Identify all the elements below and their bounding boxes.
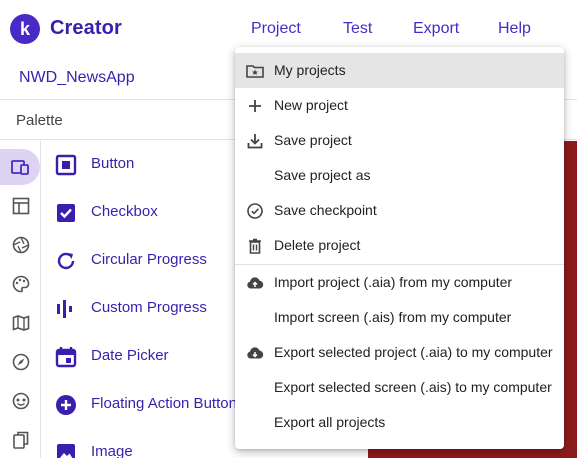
palette-list: Button Checkbox Circular Progress Custom…	[41, 141, 241, 458]
floating-action-button-icon	[56, 395, 76, 415]
menu-item-label: Import project (.aia) from my computer	[274, 274, 513, 290]
storage-icon	[12, 431, 28, 449]
menu-item-delete-project[interactable]: Delete project	[235, 228, 564, 263]
menu-item-export-selected-screen[interactable]: Export selected screen (.ais) to my comp…	[235, 370, 564, 405]
cloud-download-icon	[247, 347, 264, 359]
image-icon	[57, 444, 75, 458]
plus-icon	[249, 100, 261, 112]
menu-item-import-project[interactable]: Import project (.aia) from my computer	[235, 265, 564, 300]
media-icon	[12, 236, 29, 254]
palette-item-date-picker[interactable]: Date Picker	[41, 333, 241, 381]
social-icon	[12, 392, 29, 410]
palette-item-label: Checkbox	[91, 203, 158, 220]
menu-item-label: Save project as	[274, 167, 371, 183]
project-name[interactable]: NWD_NewsApp	[19, 69, 135, 87]
rail-sensors[interactable]	[0, 344, 41, 380]
menu-test[interactable]: Test	[343, 20, 372, 38]
date-picker-icon	[55, 347, 77, 368]
rail-drawing[interactable]	[0, 266, 41, 302]
layout-icon	[12, 197, 29, 215]
menu-item-save-project[interactable]: Save project	[235, 123, 564, 158]
checkbox-icon	[57, 204, 75, 222]
menu-help[interactable]: Help	[498, 20, 531, 38]
button-icon	[55, 154, 77, 176]
app-logo[interactable]: k	[10, 14, 40, 44]
palette-item-label: Floating Action Button	[91, 395, 237, 412]
rail-maps[interactable]	[0, 305, 41, 341]
menu-item-label: Save checkpoint	[274, 202, 377, 218]
rail-social[interactable]	[0, 383, 41, 419]
project-menu-dropdown: My projects New project Save project Sav…	[235, 47, 564, 449]
palette-item-button[interactable]: Button	[41, 141, 241, 189]
palette-item-custom-progress[interactable]: Custom Progress	[41, 285, 241, 333]
menu-item-new-project[interactable]: New project	[235, 88, 564, 123]
menu-item-label: Delete project	[274, 237, 361, 253]
download-icon	[247, 134, 263, 149]
palette-title: Palette	[16, 112, 63, 129]
palette-item-circular-progress[interactable]: Circular Progress	[41, 237, 241, 285]
menu-item-label: Export selected screen (.ais) to my comp…	[274, 379, 552, 395]
palette-item-label: Circular Progress	[91, 251, 207, 268]
menu-item-label: Export all projects	[274, 414, 386, 430]
sensors-icon	[12, 353, 29, 371]
rail-storage[interactable]	[0, 422, 41, 458]
drawing-icon	[12, 275, 29, 293]
user-interface-icon	[11, 160, 29, 175]
palette-item-image[interactable]: Image	[41, 429, 241, 458]
palette-item-checkbox[interactable]: Checkbox	[41, 189, 241, 237]
menu-item-save-project-as[interactable]: Save project as	[235, 158, 564, 193]
menu-item-label: My projects	[274, 62, 346, 78]
logo-k-icon: k	[20, 19, 31, 39]
rail-layout[interactable]	[0, 188, 41, 224]
menu-item-label: Import screen (.ais) from my computer	[274, 309, 512, 325]
rail-media[interactable]	[0, 227, 41, 263]
svg-text:k: k	[20, 19, 31, 39]
menu-item-import-screen[interactable]: Import screen (.ais) from my computer	[235, 300, 564, 335]
menu-item-label: New project	[274, 97, 348, 113]
menu-project[interactable]: Project	[251, 20, 301, 38]
trash-icon	[249, 238, 261, 254]
menu-item-save-checkpoint[interactable]: Save checkpoint	[235, 193, 564, 228]
palette-item-label: Image	[91, 443, 133, 458]
check-circle-icon	[247, 203, 263, 219]
menu-export[interactable]: Export	[413, 20, 459, 38]
menu-item-export-selected-project[interactable]: Export selected project (.aia) to my com…	[235, 335, 564, 370]
rail-user-interface[interactable]	[0, 149, 40, 185]
palette-item-label: Date Picker	[91, 347, 169, 364]
menu-item-export-all-projects[interactable]: Export all projects	[235, 405, 564, 440]
palette-item-floating-action-button[interactable]: Floating Action Button	[41, 381, 241, 429]
menu-item-label: Save project	[274, 132, 352, 148]
folder-star-icon	[246, 65, 264, 78]
maps-icon	[12, 315, 29, 331]
circular-progress-icon	[57, 252, 75, 270]
category-rail	[0, 141, 41, 458]
brand-title: Creator	[50, 17, 122, 39]
palette-item-label: Button	[91, 155, 135, 172]
menu-item-label: Export selected project (.aia) to my com…	[274, 344, 553, 360]
menu-item-my-projects[interactable]: My projects	[235, 53, 564, 88]
palette-item-label: Custom Progress	[91, 299, 207, 316]
cloud-upload-icon	[247, 277, 264, 289]
custom-progress-icon	[57, 300, 72, 318]
